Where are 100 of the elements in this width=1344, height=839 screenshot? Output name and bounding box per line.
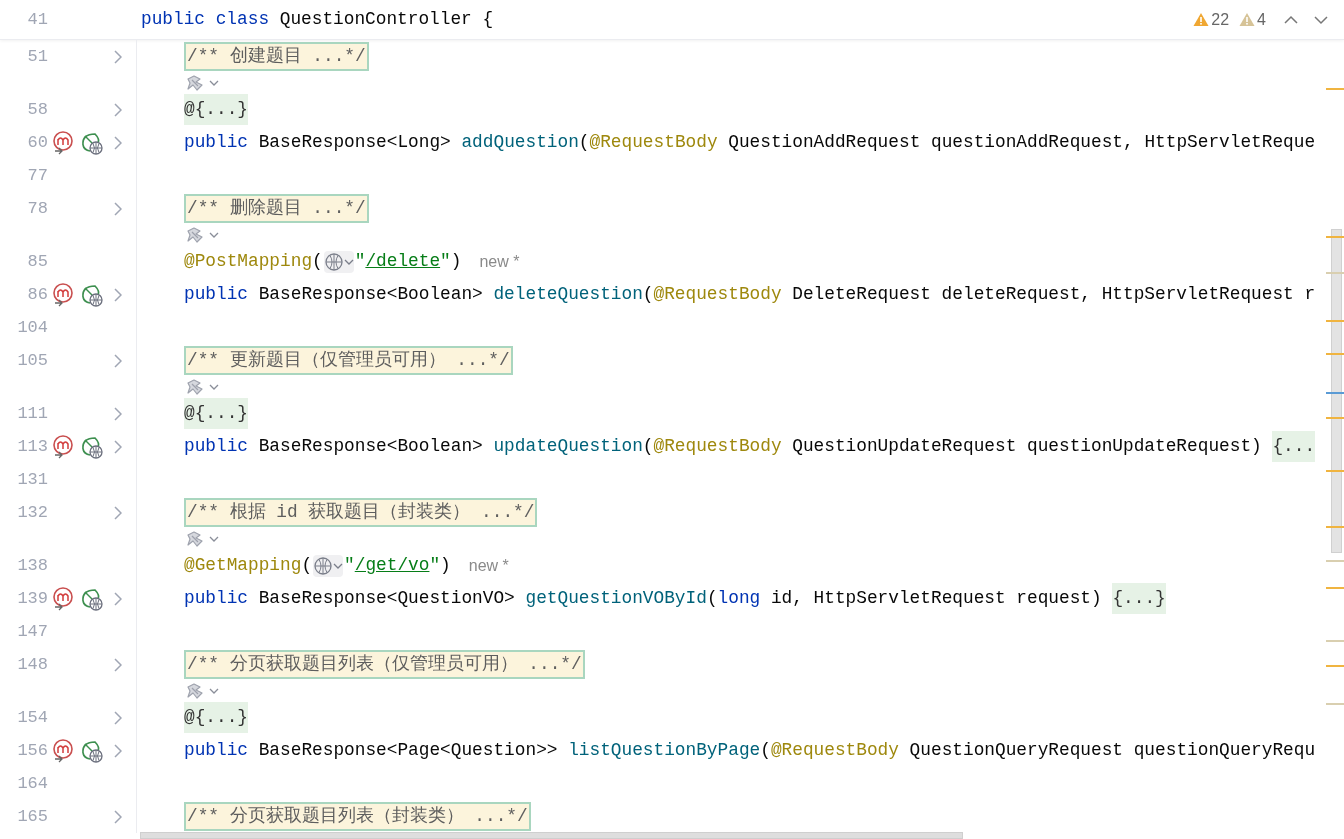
line-number: 105 <box>16 349 48 372</box>
annotation: @GetMapping <box>184 554 302 578</box>
scrollbar-thumb[interactable] <box>140 832 963 839</box>
line-number: 78 <box>26 197 48 220</box>
fold-chevron-icon[interactable] <box>114 135 122 150</box>
m-badge-icon[interactable] <box>51 130 74 155</box>
code-text: QuestionQueryRequest questionQueryRequ <box>908 739 1316 763</box>
folded-comment[interactable]: /** 更新题目（仅管理员可用） ...*/ <box>184 346 513 375</box>
keyword: public <box>184 435 249 459</box>
fold-chevron-icon[interactable] <box>114 287 122 302</box>
code-text: BaseResponse<Page<Question>> <box>257 739 559 763</box>
folded-code[interactable]: @{...} <box>184 94 249 125</box>
chevron-down-icon[interactable] <box>208 230 220 240</box>
fold-chevron-icon[interactable] <box>114 102 122 117</box>
fold-chevron-icon[interactable] <box>114 743 122 758</box>
leaf-globe-icon[interactable] <box>79 130 104 155</box>
folded-comment[interactable]: /** 分页获取题目列表（封装类） ...*/ <box>184 802 531 831</box>
folded-code[interactable]: @{...} <box>184 398 249 429</box>
chevron-down-icon[interactable] <box>208 382 220 392</box>
method-name: updateQuestion <box>493 435 643 459</box>
code-text: ( <box>301 554 313 578</box>
inlay-hint: new * <box>468 555 509 576</box>
code-text: ( <box>312 250 323 274</box>
chevron-down-icon[interactable] <box>208 534 220 544</box>
globe-dropdown[interactable] <box>323 250 354 273</box>
folded-comment[interactable]: /** 根据 id 获取题目（封装类） ...*/ <box>184 498 538 527</box>
leaf-globe-icon[interactable] <box>79 586 104 611</box>
folded-comment[interactable]: /** 创建题目 ...*/ <box>184 42 369 71</box>
line-number: 113 <box>16 435 48 458</box>
annotation: @RequestBody <box>770 739 899 763</box>
scrollbar-thumb[interactable] <box>1331 229 1342 553</box>
line-number: 60 <box>26 131 48 154</box>
method-name: listQuestionByPage <box>568 739 761 763</box>
line-number: 77 <box>26 164 48 187</box>
chevron-down-icon[interactable] <box>208 78 220 88</box>
line-number: 104 <box>16 316 48 339</box>
leaf-globe-icon[interactable] <box>79 738 104 763</box>
warning-counter[interactable]: 4 <box>1239 7 1266 32</box>
url-link[interactable]: /get/vo <box>354 552 430 579</box>
annotation: @RequestBody <box>653 283 782 307</box>
m-badge-icon[interactable] <box>51 434 74 459</box>
keyword: long <box>717 587 761 611</box>
code-text: BaseResponse<Long> <box>257 131 452 155</box>
line-number: 131 <box>16 468 48 491</box>
method-name: addQuestion <box>461 131 579 155</box>
line-number: 148 <box>16 653 48 676</box>
m-badge-icon[interactable] <box>51 586 74 611</box>
fold-chevron-icon[interactable] <box>114 657 122 672</box>
code-text: BaseResponse<QuestionVO> <box>257 587 516 611</box>
fold-chevron-icon[interactable] <box>114 406 122 421</box>
globe-dropdown[interactable] <box>313 554 344 577</box>
method-name: deleteQuestion <box>493 283 643 307</box>
code-text: ) <box>450 250 462 274</box>
folded-code[interactable]: {...} <box>1112 583 1166 614</box>
line-number: 139 <box>16 587 48 610</box>
leaf-globe-icon[interactable] <box>79 282 104 307</box>
fold-chevron-icon[interactable] <box>114 591 122 606</box>
line-number: 41 <box>26 8 48 31</box>
string-quote: " <box>429 554 441 578</box>
folded-comment[interactable]: /** 分页获取题目列表（仅管理员可用） ...*/ <box>184 650 585 679</box>
keyword: public class <box>141 8 270 32</box>
string-quote: " <box>354 250 366 274</box>
fold-chevron-icon[interactable] <box>114 201 122 216</box>
line-number: 165 <box>16 805 48 828</box>
code-text: QuestionController { <box>278 8 494 32</box>
code-text: ) <box>440 554 451 578</box>
url-link[interactable]: /delete <box>365 248 441 275</box>
method-name: getQuestionVOById <box>525 587 707 611</box>
code-text: DeleteRequest deleteRequest, HttpServletRequest r <box>791 283 1316 307</box>
line-number: 51 <box>26 45 48 68</box>
code-text: ( <box>642 283 654 307</box>
line-number: 138 <box>16 554 48 577</box>
folded-code[interactable]: {... <box>1272 431 1316 462</box>
fold-chevron-icon[interactable] <box>114 710 122 725</box>
leaf-globe-icon[interactable] <box>79 434 104 459</box>
code-text: ( <box>642 435 654 459</box>
fold-chevron-icon[interactable] <box>114 353 122 368</box>
chevron-down-icon[interactable] <box>208 686 220 696</box>
line-number: 86 <box>26 283 48 306</box>
line-number: 156 <box>16 739 48 762</box>
folded-comment[interactable]: /** 删除题目 ...*/ <box>184 194 369 223</box>
code-text: QuestionUpdateRequest questionUpdateRequest) <box>791 435 1263 459</box>
code-text: BaseResponse<Boolean> <box>257 283 484 307</box>
annotation: @RequestBody <box>653 435 782 459</box>
code-text: ( <box>578 131 590 155</box>
m-badge-icon[interactable] <box>51 282 74 307</box>
string-quote: " <box>440 250 451 274</box>
fold-chevron-icon[interactable] <box>114 49 122 64</box>
code-text: QuestionAddRequest questionAddRequest, HttpServletReque <box>727 131 1316 155</box>
line-number: 111 <box>16 402 48 425</box>
line-number: 58 <box>26 98 48 121</box>
warning-counter[interactable]: 22 <box>1193 7 1230 32</box>
folded-code[interactable]: @{...} <box>184 702 249 733</box>
annotation: @PostMapping <box>184 250 313 274</box>
fold-chevron-icon[interactable] <box>114 439 122 454</box>
fold-chevron-icon[interactable] <box>114 809 122 824</box>
m-badge-icon[interactable] <box>51 738 74 763</box>
code-text: ( <box>706 587 718 611</box>
code-text: id, HttpServletRequest request) <box>769 587 1103 611</box>
fold-chevron-icon[interactable] <box>114 505 122 520</box>
